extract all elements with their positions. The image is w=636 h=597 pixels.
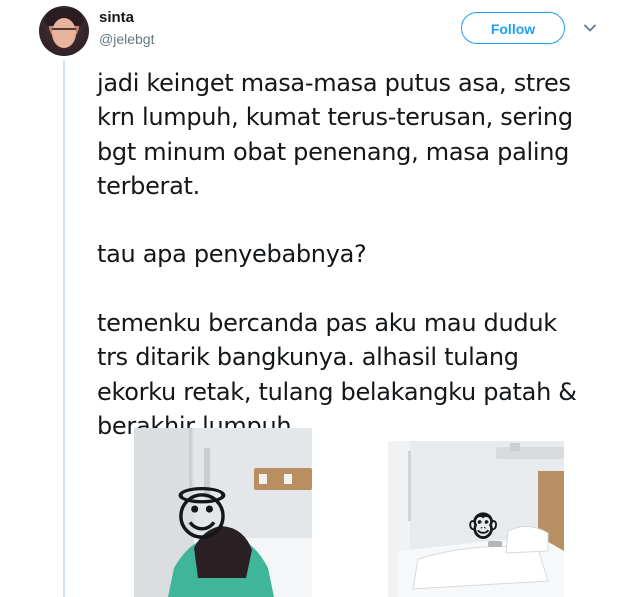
- tweet-line: trs ditarik bangkunya. alhasil tulang: [97, 343, 519, 372]
- chevron-down-icon[interactable]: [582, 20, 598, 36]
- avatar-glasses: [52, 28, 76, 36]
- tweet-line: terberat.: [97, 171, 200, 200]
- tweet-line: ekorku retak, tulang belakangku patah &: [97, 377, 577, 406]
- tweet-photo-left[interactable]: 😇: [134, 428, 312, 597]
- tweet-line: bgt minum obat penenang, masa paling: [97, 137, 570, 166]
- thread-line: [63, 60, 65, 597]
- tweet-photo-right[interactable]: 🐵: [388, 441, 564, 597]
- avatar[interactable]: [39, 6, 89, 56]
- tweet-line: temenku bercanda pas aku mau duduk: [97, 309, 557, 338]
- user-name[interactable]: sinta: [99, 9, 134, 26]
- angel-emoji-icon: 😇: [174, 488, 230, 548]
- tweet-text: jadi keinget masa-masa putus asa, stres …: [97, 66, 617, 443]
- tweet-line: krn lumpuh, kumat terus-terusan, sering: [97, 103, 573, 132]
- tweet-line: tau apa penyebabnya?: [97, 240, 367, 269]
- tweet-card: sinta @jelebgt Follow jadi keinget masa-…: [0, 0, 636, 597]
- tweet-line: jadi keinget masa-masa putus asa, stres: [97, 69, 571, 97]
- follow-button[interactable]: Follow: [461, 12, 565, 44]
- monkey-emoji-icon: 🐵: [466, 511, 500, 544]
- user-handle[interactable]: @jelebgt: [99, 31, 154, 47]
